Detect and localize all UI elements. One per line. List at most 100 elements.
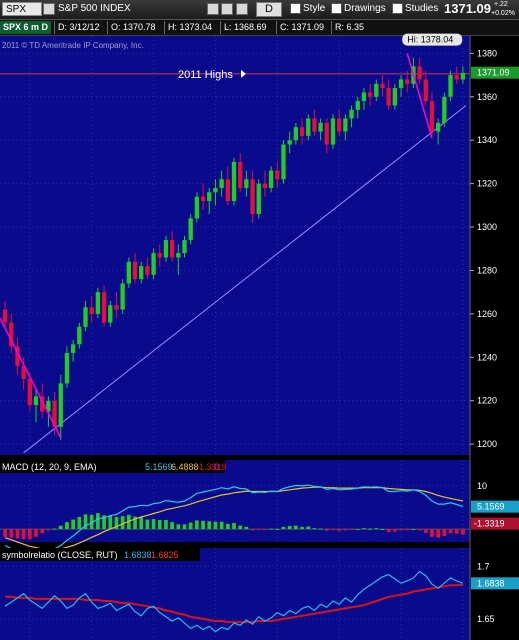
candle-body xyxy=(361,92,367,102)
candle-body xyxy=(318,122,323,132)
macd-histogram-bar xyxy=(300,526,304,530)
chart-canvas[interactable]: 2011 © TD Ameritrade IP Company, Inc. 20… xyxy=(0,0,519,640)
price-tick-label: 1340 xyxy=(477,135,497,145)
macd-histogram-bar xyxy=(195,520,199,530)
macd-histogram-bar xyxy=(188,522,193,530)
relation-tick-label: 1.7 xyxy=(477,561,490,571)
macd-value-tag-label: 5.1569 xyxy=(477,502,505,512)
macd-histogram-bar xyxy=(343,529,348,531)
macd-histogram-bar xyxy=(318,528,323,530)
macd-histogram-bar xyxy=(176,524,181,530)
candle-body xyxy=(33,396,39,406)
candle-body xyxy=(188,218,193,241)
macd-histogram-bar xyxy=(238,525,243,530)
candle-body xyxy=(176,253,181,258)
candle-body xyxy=(132,261,138,280)
price-tick-label: 1240 xyxy=(477,352,497,362)
candle-body xyxy=(275,170,280,180)
macd-histogram-bar xyxy=(442,529,447,536)
candle-body xyxy=(268,170,274,188)
macd-histogram-bar xyxy=(386,529,391,533)
candle-body xyxy=(423,79,428,102)
zero-legend-value: 0 xyxy=(214,462,219,472)
macd-histogram-bar xyxy=(213,521,218,530)
candle-body xyxy=(262,183,268,188)
candle-body xyxy=(330,118,336,145)
macd-histogram-bar xyxy=(362,528,366,530)
macd-histogram-bar xyxy=(182,524,187,530)
price-tick-label: 1300 xyxy=(477,222,497,232)
macd-histogram-bar xyxy=(331,529,335,531)
macd-histogram-bar xyxy=(201,520,205,530)
relation-legend-value: 1.6838 xyxy=(124,550,152,560)
macd-histogram-bar xyxy=(3,529,7,537)
price-axis-bg xyxy=(470,36,519,640)
candle-body xyxy=(182,240,187,254)
candle-body xyxy=(324,122,329,145)
hi-annotation: Hi: 1378.04 xyxy=(407,35,453,45)
candle-body xyxy=(231,161,237,201)
macd-histogram-bar xyxy=(170,522,174,530)
candle-body xyxy=(392,88,398,106)
copyright-text: 2011 © TD Ameritrade IP Company, Inc. xyxy=(2,41,144,50)
macd-histogram-bar xyxy=(355,529,360,531)
last-price-tag-label: 1371.09 xyxy=(477,68,510,78)
candle-body xyxy=(95,292,101,314)
candle-body xyxy=(157,253,162,258)
candle-body xyxy=(213,187,218,193)
candle-body xyxy=(238,161,243,188)
macd-histogram-bar xyxy=(52,528,57,530)
price-tick-label: 1320 xyxy=(477,179,497,189)
candle-body xyxy=(101,292,107,323)
macd-histogram-bar xyxy=(405,529,410,531)
highs-annotation: 2011 Highs xyxy=(178,69,233,81)
macd-histogram-bar xyxy=(225,523,230,530)
candle-body xyxy=(380,83,385,89)
macd-histogram-bar xyxy=(139,517,144,530)
price-tick-label: 1220 xyxy=(477,396,497,406)
macd-histogram-bar xyxy=(294,525,298,530)
candle-body xyxy=(83,307,88,327)
macd-histogram-bar xyxy=(461,529,465,535)
macd-histogram-bar xyxy=(27,529,32,540)
macd-histogram-bar xyxy=(374,528,379,530)
candle-body xyxy=(244,179,249,188)
candle-body xyxy=(355,101,360,110)
macd-histogram-bar xyxy=(77,516,82,530)
candle-body xyxy=(367,92,373,97)
price-panel-bg xyxy=(0,36,470,455)
macd-histogram-bar xyxy=(58,525,63,530)
macd-histogram-bar xyxy=(164,520,168,530)
macd-histogram-bar xyxy=(454,529,459,534)
candle-body xyxy=(163,240,169,258)
macd-tick-label: 10 xyxy=(477,481,487,491)
macd-histogram-bar xyxy=(207,521,212,530)
candle-body xyxy=(256,183,261,215)
candle-body xyxy=(386,88,391,106)
macd-histogram-bar xyxy=(380,529,385,531)
candle-body xyxy=(343,118,348,132)
macd-histogram-bar xyxy=(349,529,354,531)
candle-body xyxy=(114,305,119,310)
macd-histogram-bar xyxy=(250,529,255,531)
candle-body xyxy=(207,192,212,201)
average-legend-value: 1.6825 xyxy=(151,550,179,560)
candle-body xyxy=(460,72,466,80)
macd-histogram-bar xyxy=(337,529,342,531)
candle-body xyxy=(64,352,70,384)
macd-histogram-bar xyxy=(71,519,76,530)
diff-value-tag-label: -1.3319 xyxy=(474,519,505,529)
candle-body xyxy=(194,196,200,219)
macd-histogram-bar xyxy=(399,529,403,531)
candle-body xyxy=(120,283,125,310)
macd-histogram-bar xyxy=(219,521,224,530)
candle-body xyxy=(299,127,305,136)
macd-histogram-bar xyxy=(263,529,267,531)
candle-body xyxy=(429,101,435,132)
macd-histogram-bar xyxy=(392,529,397,532)
candle-body xyxy=(58,383,63,427)
chart-window: SPX S&P 500 INDEX D Style Drawings Studi… xyxy=(0,0,519,640)
candle-body xyxy=(374,83,379,97)
macd-histogram-bar xyxy=(312,528,317,530)
macd-histogram-bar xyxy=(244,526,249,530)
